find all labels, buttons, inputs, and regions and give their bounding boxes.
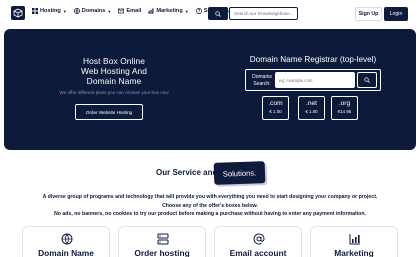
card-title: Domain Name: [38, 248, 94, 257]
chevron-down-icon: ▼: [62, 8, 67, 14]
menu-label: Domains: [81, 8, 106, 14]
tld-ext: .com: [268, 100, 283, 107]
hero-banner: Host Box Online Web Hosting And Domain N…: [4, 29, 416, 150]
menu-item-marketing[interactable]: Marketing ▼: [148, 8, 189, 14]
hero-title-line: Web Hosting And: [80, 66, 148, 77]
tld-org[interactable]: .org €14.95: [331, 96, 358, 120]
server-icon: [157, 233, 169, 245]
tld-ext: .org: [338, 100, 351, 107]
domain-label-line: Search:: [253, 81, 271, 87]
solutions-badge: Solutions.: [213, 161, 266, 185]
knowledgebase-search-input[interactable]: [229, 7, 298, 20]
service-card-hosting[interactable]: Order hosting: [118, 226, 206, 257]
chevron-down-icon: ▼: [184, 8, 189, 14]
cube-icon: [13, 8, 23, 18]
domain-search-button[interactable]: [357, 72, 377, 88]
tld-price: €14.95: [337, 109, 352, 114]
chart-icon: [148, 8, 154, 14]
card-title: Marketing: [334, 248, 374, 257]
card-title: Order hosting: [134, 248, 190, 257]
chart-icon: [349, 234, 360, 245]
svg-text:?: ?: [198, 9, 201, 14]
menu-label: Hosting: [40, 8, 61, 14]
tld-ext: .net: [306, 100, 317, 107]
main-menu: Hosting ▼ Domains ▼ Email Marketing ▼ ? …: [32, 8, 231, 14]
globe-icon: [73, 8, 80, 14]
domain-search-label: Domains Search:: [250, 74, 274, 88]
service-card-domain[interactable]: Domain Name: [22, 226, 110, 257]
signup-button[interactable]: Sign Up: [355, 7, 382, 21]
chevron-down-icon: ▼: [107, 8, 112, 14]
help-icon: ?: [195, 8, 202, 14]
services-description-line: No ads, no banners, no cookies to try ou…: [54, 211, 366, 217]
services-description-line: A diverse group of programs and technolo…: [42, 194, 378, 200]
tld-net[interactable]: .net € 1.00: [298, 96, 325, 120]
hero-title: Host Box Online Web Hosting And Domain N…: [62, 56, 166, 87]
hero-title-line: Host Box Online: [82, 56, 145, 66]
globe-icon: [61, 233, 73, 245]
order-hosting-button[interactable]: Order Website Hosting: [75, 104, 143, 120]
menu-item-domains[interactable]: Domains ▼: [73, 8, 112, 14]
tld-price: € 1.00: [305, 109, 318, 114]
services-title: Our Service and: [156, 168, 218, 177]
menu-label: Marketing: [156, 8, 183, 14]
domain-search-input[interactable]: [275, 72, 355, 88]
hero-subtitle: We offer different plans you can choose …: [59, 90, 169, 95]
search-icon: [215, 10, 221, 17]
domain-label-line: Domains: [252, 74, 272, 80]
services-description-line: Choose any of the offer's boxes below.: [162, 203, 258, 209]
domain-search-form: Domains Search:: [245, 69, 381, 91]
menu-item-email[interactable]: Email: [118, 8, 141, 14]
tld-com[interactable]: .com € 1.00: [262, 96, 289, 120]
mail-icon: [118, 8, 125, 14]
menu-label: Email: [126, 8, 142, 14]
logo[interactable]: [11, 6, 25, 20]
top-nav: Hosting ▼ Domains ▼ Email Marketing ▼ ? …: [0, 0, 420, 27]
grid-icon: [32, 8, 38, 14]
service-card-marketing[interactable]: Marketing: [310, 226, 398, 257]
hero-title-line: Domain Name: [86, 76, 142, 87]
login-button[interactable]: Login: [384, 7, 408, 21]
at-icon: [253, 233, 265, 245]
search-icon: [364, 77, 370, 83]
menu-item-hosting[interactable]: Hosting ▼: [32, 8, 67, 14]
service-card-email[interactable]: Email account: [214, 226, 302, 257]
tld-price: € 1.00: [269, 109, 282, 114]
card-title: Email account: [229, 248, 287, 257]
registrar-title: Domain Name Registrar (top-level): [249, 55, 377, 64]
search-button[interactable]: [208, 7, 228, 20]
